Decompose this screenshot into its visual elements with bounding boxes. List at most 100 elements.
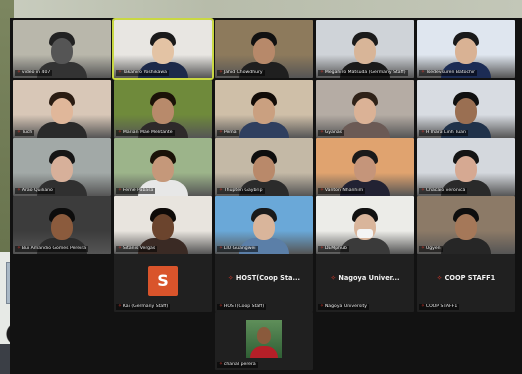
- participant-tile[interactable]: ✧ Nagoya Univer... ✧Nagoya University: [316, 254, 414, 312]
- torso: [441, 238, 491, 254]
- participant-name: ✧DEMphub: [318, 246, 349, 252]
- participant-name: ✧Tuch: [15, 130, 35, 136]
- participant-tile[interactable]: ✧Sitanis Vergas: [114, 196, 212, 254]
- participant-name: ✧LIU Guangwei: [217, 246, 258, 252]
- participant-name: ✧Megahiro Matsuda (Germany Staff): [318, 70, 408, 76]
- participant-tile[interactable]: ✧Megahiro Matsuda (Germany Staff): [316, 20, 414, 78]
- participant-tile[interactable]: ✧Jahid Chowdhury: [215, 20, 313, 78]
- face: [51, 156, 73, 182]
- participant-name: ✧Marian Mae Melitante: [116, 130, 175, 136]
- participant-name: ✧video in 407: [15, 70, 53, 76]
- participant-tile[interactable]: ✧Ugyen: [417, 196, 515, 254]
- face: [253, 38, 275, 64]
- display-name-text: COOP STAFF1: [444, 274, 496, 282]
- participant-tile[interactable]: ✧Vanton Nhanhim: [316, 138, 414, 196]
- participant-tile[interactable]: ✧ HOST(Coop Sta... ✧HOST(Coop Staff): [215, 254, 313, 312]
- participant-tile[interactable]: ✧Pema: [215, 80, 313, 138]
- participant-tile[interactable]: ✧Thupten Gaybrip: [215, 138, 313, 196]
- participant-name: ✧Takahiro Yoshikawa: [116, 70, 169, 76]
- mic-muted-icon: ✧: [421, 304, 425, 309]
- participant-tile[interactable]: ✧Takahiro Yoshikawa: [112, 18, 214, 80]
- participant-name-text: video in 407: [21, 70, 51, 75]
- participant-name: ✧HOST(Coop Staff): [217, 304, 267, 310]
- torso: [239, 122, 289, 138]
- mic-muted-icon: ✧: [219, 70, 223, 75]
- participant-name-text: Jahid Chowdhury: [223, 70, 263, 75]
- participant-name-text: Sitanis Vergas: [122, 246, 156, 251]
- participant-name-text: COOP STAFF1: [425, 304, 458, 309]
- avatar-initial: S: [148, 266, 178, 296]
- participant-name-text: Tsedevsuren Batochir: [425, 70, 476, 75]
- torso: [250, 346, 278, 358]
- mic-muted-icon: ✧: [17, 130, 21, 135]
- face-mask: [357, 229, 373, 238]
- participant-name-text: Ugyen: [425, 246, 441, 251]
- participant-tile[interactable]: ✧LIU Guangwei: [215, 196, 313, 254]
- participant-name: ✧Tsedevsuren Batochir: [419, 70, 478, 76]
- display-name: ✧ COOP STAFF1: [417, 274, 515, 282]
- mic-muted-icon: ✧: [17, 70, 21, 75]
- torso: [340, 122, 390, 138]
- participant-tile[interactable]: S ✧Kai (Germany Staff): [114, 254, 212, 312]
- mic-muted-icon: ✧: [421, 188, 425, 193]
- participant-name: ✧Bui Amandio Gomes Pereira: [15, 246, 89, 252]
- participant-name: ✧Kai (Germany Staff): [116, 304, 171, 310]
- participant-name-text: Tuch: [21, 130, 33, 135]
- face: [354, 156, 376, 182]
- participant-tile[interactable]: ✧Ferne Pabasa: [114, 138, 212, 196]
- participant-tile[interactable]: ✧DEMphub: [316, 196, 414, 254]
- face: [455, 38, 477, 64]
- mic-muted-icon: ✧: [320, 70, 324, 75]
- mic-muted-icon: ✧: [17, 188, 21, 193]
- mic-muted-icon: ✧: [219, 188, 223, 193]
- participant-name: ✧chanal perera: [217, 362, 258, 368]
- face: [51, 98, 73, 124]
- participant-tile[interactable]: ✧H Ihara Linh Tuan: [417, 80, 515, 138]
- participant-tile[interactable]: ✧video in 407: [13, 20, 111, 78]
- face: [152, 156, 174, 182]
- participant-name: ✧Pema: [217, 130, 239, 136]
- mic-muted-icon: ✧: [219, 304, 223, 309]
- participant-name-text: Pema: [223, 130, 237, 135]
- face: [455, 98, 477, 124]
- participant-name: ✧Ferne Pabasa: [116, 188, 156, 194]
- participant-name: ✧Arao Quiliano: [15, 188, 55, 194]
- mic-muted-icon: ✧: [320, 246, 324, 251]
- participant-name: ✧Jahid Chowdhury: [217, 70, 265, 76]
- face: [152, 38, 174, 64]
- mic-muted-icon: ✧: [118, 130, 122, 135]
- participant-tile[interactable]: ✧ COOP STAFF1 ✧COOP STAFF1: [417, 254, 515, 312]
- wall: [0, 0, 522, 20]
- face: [354, 98, 376, 124]
- participant-tile[interactable]: ✧Chacaio veronica: [417, 138, 515, 196]
- mic-muted-icon: ✧: [219, 362, 223, 367]
- participant-name-text: Megahiro Matsuda (Germany Staff): [324, 70, 406, 75]
- mic-muted-icon: ✧: [320, 130, 324, 135]
- display-name-text: HOST(Coop Sta...: [235, 274, 300, 282]
- participant-name-text: Ferne Pabasa: [122, 188, 154, 193]
- mic-muted-icon: ✧: [118, 246, 122, 251]
- participant-name: ✧Thupten Gaybrip: [217, 188, 265, 194]
- participant-tile[interactable]: ✧Tuch: [13, 80, 111, 138]
- participant-name-text: Chacaio veronica: [425, 188, 466, 193]
- participant-tile[interactable]: ✧chanal perera: [215, 312, 313, 370]
- display-name: ✧ HOST(Coop Sta...: [215, 274, 313, 282]
- participant-name-text: DEMphub: [324, 246, 347, 251]
- face: [455, 156, 477, 182]
- face: [152, 214, 174, 240]
- participant-name: ✧H Ihara Linh Tuan: [419, 130, 468, 136]
- mic-muted-icon: ✧: [421, 130, 425, 135]
- participant-tile[interactable]: ✧Gyanas: [316, 80, 414, 138]
- participant-name-text: Vanton Nhanhim: [324, 188, 364, 193]
- zoom-gallery: ✧video in 407 ✧Takahiro Yoshikawa ✧Jahid C…: [10, 18, 522, 374]
- participant-name-text: Takahiro Yoshikawa: [122, 70, 167, 75]
- participant-tile[interactable]: ✧Bui Amandio Gomes Pereira: [13, 196, 111, 254]
- participant-tile[interactable]: ✧Marian Mae Melitante: [114, 80, 212, 138]
- mic-muted-icon: ✧: [320, 188, 324, 193]
- display-name-text: Nagoya Univer...: [338, 274, 400, 282]
- participant-name-text: Thupten Gaybrip: [223, 188, 263, 193]
- participant-tile[interactable]: ✧Arao Quiliano: [13, 138, 111, 196]
- face: [51, 214, 73, 240]
- participant-tile[interactable]: ✧Tsedevsuren Batochir: [417, 20, 515, 78]
- participant-name: ✧Nagoya University: [318, 304, 370, 310]
